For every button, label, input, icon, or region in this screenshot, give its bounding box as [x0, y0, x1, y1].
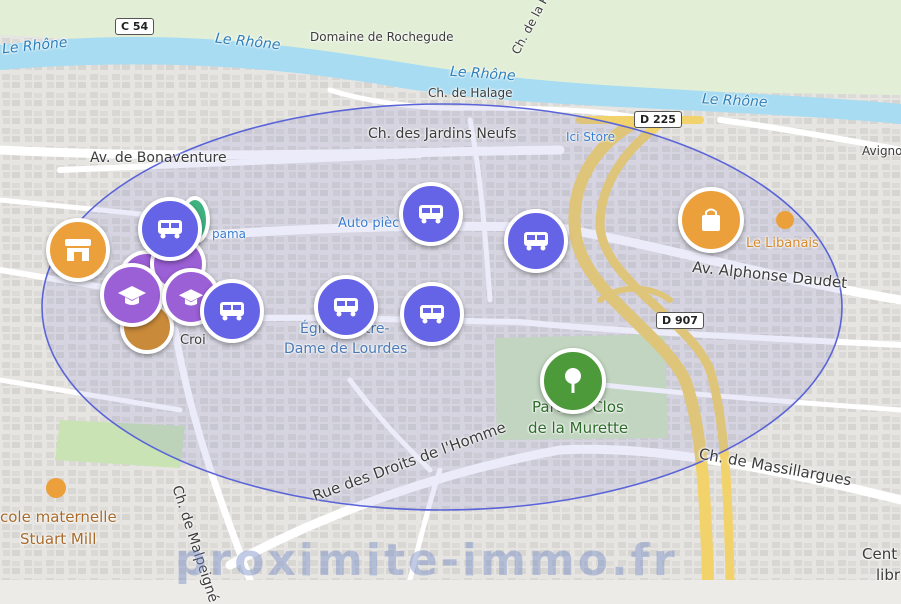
- shopping-bag-icon[interactable]: [678, 187, 744, 253]
- poi-label-centre: Cent: [862, 545, 898, 563]
- poi-label-ici-store[interactable]: Ici Store: [566, 130, 615, 144]
- school-poi-icon[interactable]: [46, 478, 66, 498]
- graduation-cap-icon[interactable]: [100, 263, 164, 327]
- bus-icon[interactable]: [400, 282, 464, 346]
- street-label: Av. de Bonaventure: [90, 150, 227, 166]
- bus-icon[interactable]: [200, 279, 264, 343]
- river-label: Le Rhône: [701, 91, 768, 111]
- street-label: Domaine de Rochegude: [310, 30, 454, 44]
- road-shield-d225: D 225: [634, 111, 682, 128]
- bus-icon[interactable]: [399, 182, 463, 246]
- bus-icon[interactable]: [504, 209, 568, 273]
- poi-label-croix: Croi: [180, 333, 206, 348]
- watermark: proximite-immo.fr: [175, 535, 678, 586]
- tree-icon[interactable]: [540, 348, 606, 414]
- poi-label-centre-line2: libr: [876, 566, 901, 584]
- street-label: Ch. des Jardins Neufs: [368, 126, 517, 142]
- poi-label-auto-piece[interactable]: Auto pièc: [338, 216, 399, 231]
- poi-label-eglise-line2[interactable]: Dame de Lourdes: [284, 341, 407, 357]
- street-label: Avigno: [862, 144, 901, 158]
- poi-label-parc-line2[interactable]: de la Murette: [528, 419, 628, 437]
- poi-label-ecole[interactable]: cole maternelle: [0, 508, 117, 526]
- road-shield-d907: D 907: [656, 312, 704, 329]
- poi-label-le-libanais[interactable]: Le Libanais: [746, 236, 819, 251]
- street-label: Ch. de Halage: [428, 86, 513, 100]
- store-icon[interactable]: [46, 218, 110, 282]
- restaurant-icon[interactable]: [776, 211, 794, 229]
- bus-icon[interactable]: [314, 275, 378, 339]
- poi-label-ecole-line2[interactable]: Stuart Mill: [20, 530, 96, 548]
- bus-icon[interactable]: [138, 197, 202, 261]
- poi-label-pama[interactable]: pama: [212, 227, 246, 241]
- road-shield-c54: C 54: [115, 18, 155, 35]
